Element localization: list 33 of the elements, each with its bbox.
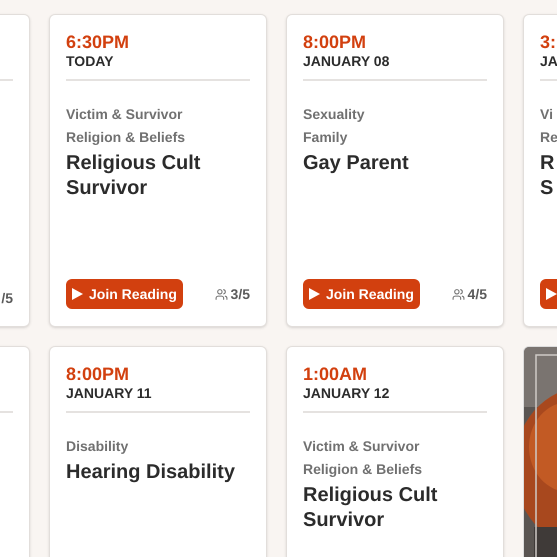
- category-label: Re: [540, 128, 557, 147]
- session-time: 3:: [540, 31, 557, 53]
- participant-count: /5: [1, 289, 13, 308]
- session-time: 8:00PM: [303, 31, 368, 53]
- play-icon: [309, 288, 320, 300]
- category-label: Disability: [66, 437, 130, 456]
- session-time: 1:00AM: [303, 363, 368, 385]
- play-icon: [72, 288, 83, 300]
- category-label: Vi: [540, 105, 554, 124]
- session-date: TODAY: [66, 53, 114, 69]
- join-reading-button[interactable]: Join Reading: [303, 279, 420, 309]
- join-reading-button[interactable]: [540, 279, 557, 309]
- session-title: Gay Parent: [303, 151, 410, 176]
- category-label: Victim & Survivor: [66, 105, 184, 124]
- people-icon: [214, 288, 228, 300]
- category-label: Religion & Beliefs: [303, 460, 424, 479]
- session-title: Religious Cult Survivor: [66, 151, 202, 201]
- category-label: Victim & Survivor: [303, 437, 420, 456]
- session-time: 6:30PM: [66, 31, 130, 53]
- session-time: 8:00PM: [66, 363, 130, 385]
- category-label: Sexuality: [303, 105, 366, 124]
- participant-count: 4/5: [468, 284, 487, 304]
- join-reading-button[interactable]: Join Reading: [66, 279, 183, 309]
- session-date: JANUARY 08: [303, 53, 390, 69]
- session-title: Religious Cult Survivor: [303, 483, 438, 533]
- category-label: Religion & Beliefs: [66, 128, 186, 147]
- people-icon: [452, 288, 465, 300]
- session-date: JANUARY 12: [303, 385, 390, 401]
- category-label: Family: [303, 128, 348, 147]
- session-date: JANUARY 11: [66, 385, 153, 401]
- play-icon: [546, 288, 557, 300]
- participant-count: 3/5: [230, 284, 250, 304]
- session-title: Hearing Disability: [66, 460, 236, 485]
